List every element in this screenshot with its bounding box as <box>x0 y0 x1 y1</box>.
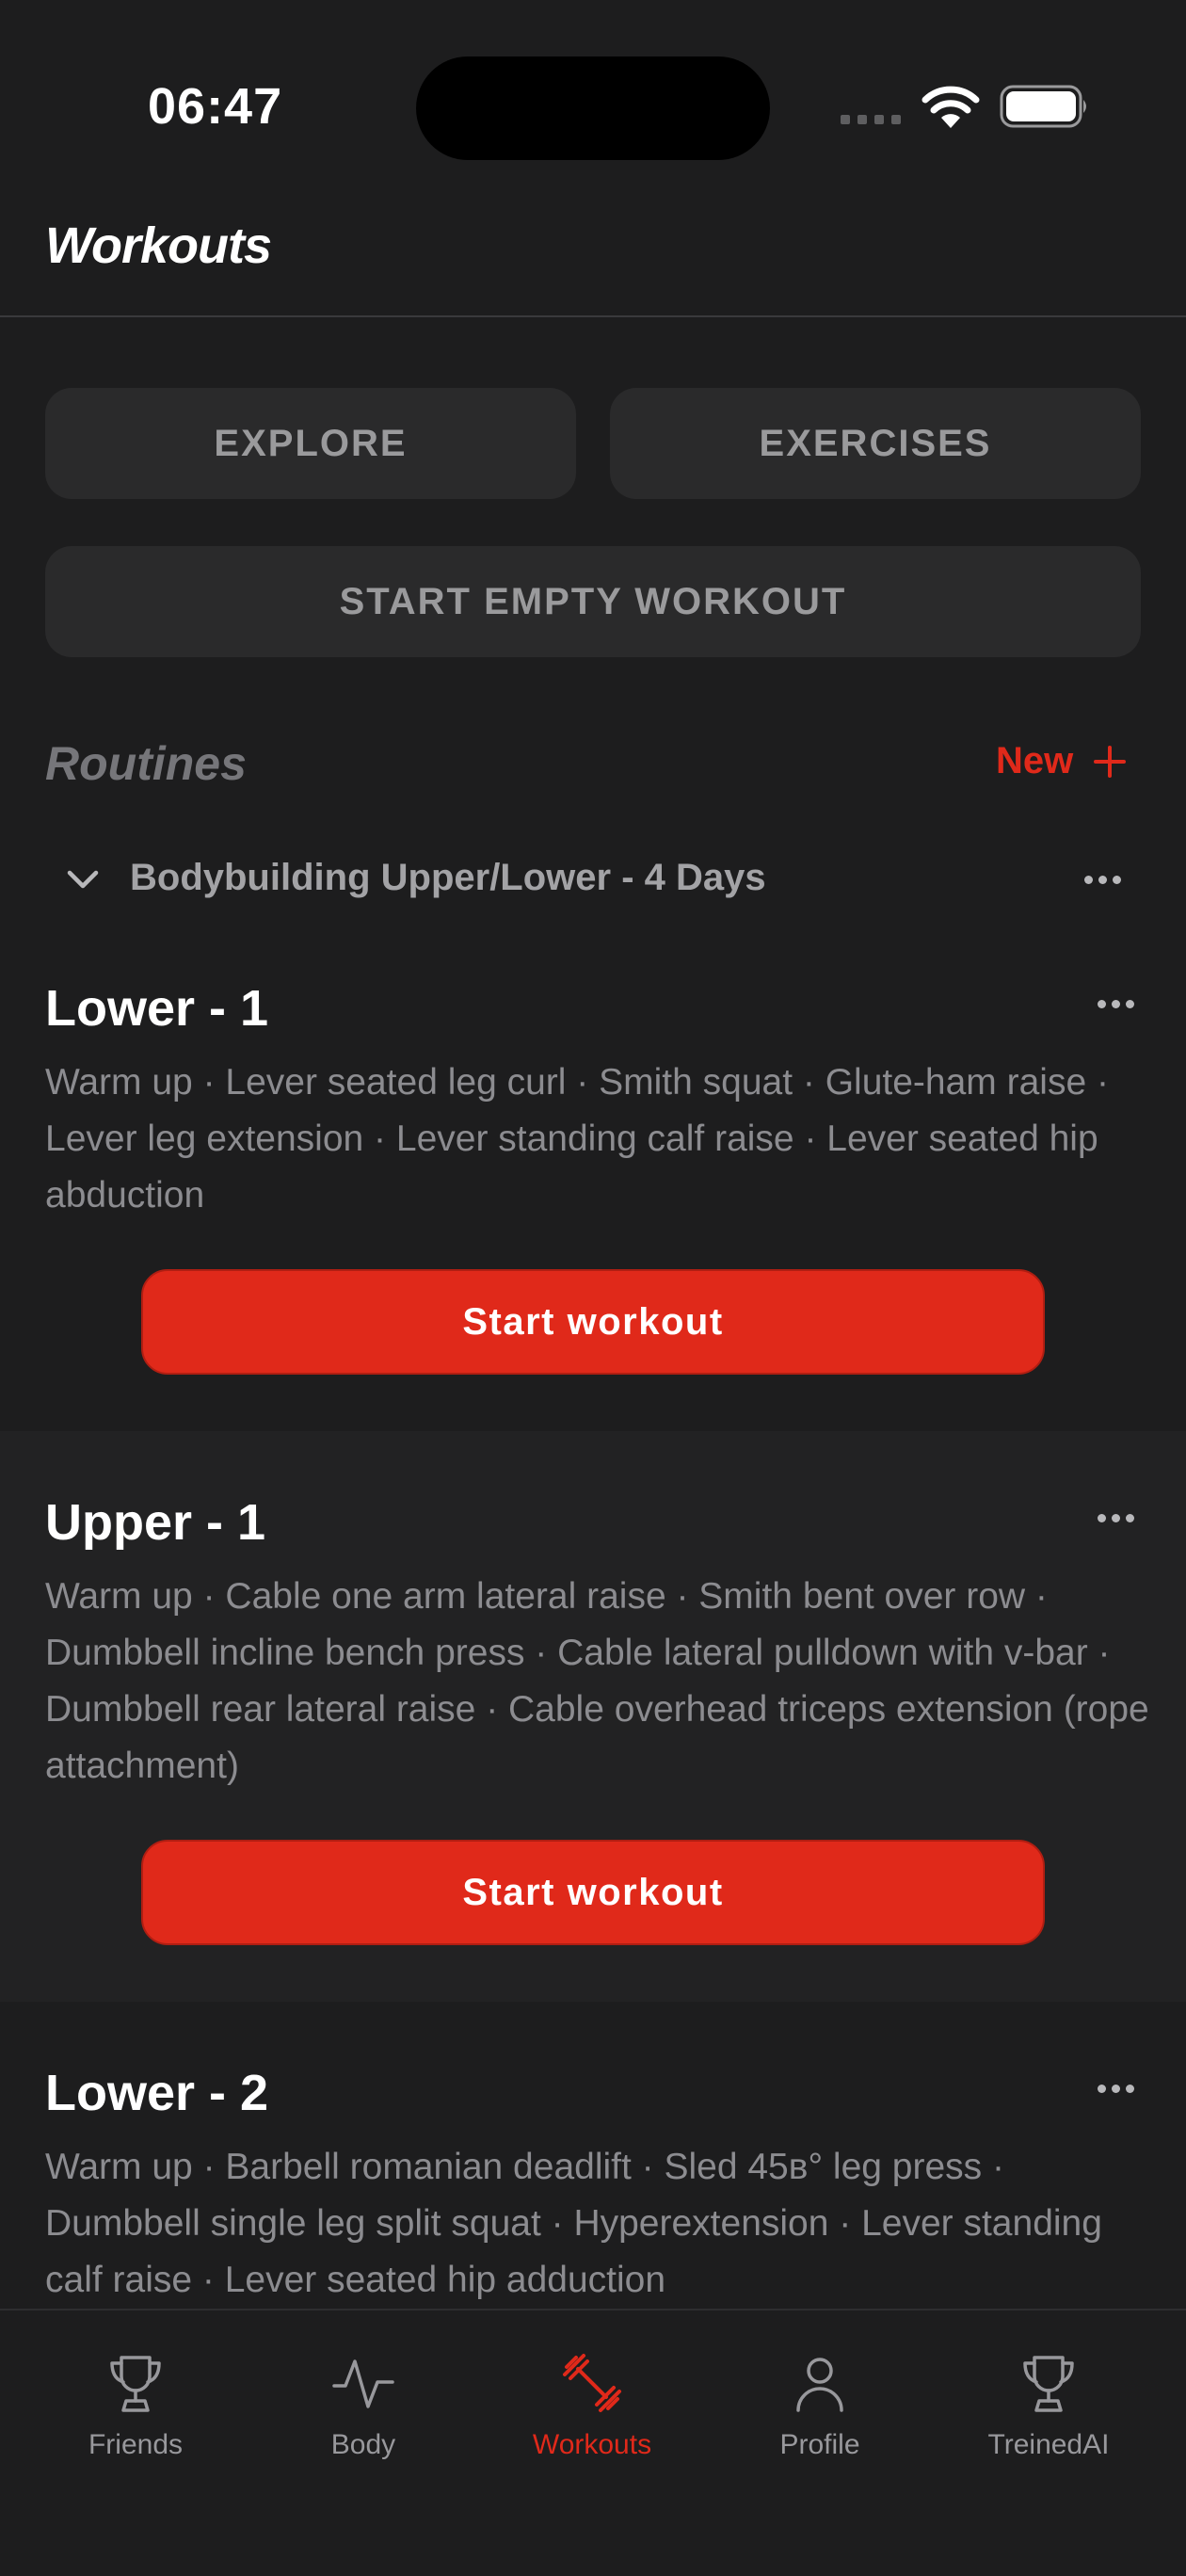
tab-label: Workouts <box>532 2429 652 2460</box>
routine-exercise-list: Warm up · Lever seated leg curl · Smith … <box>45 1062 1109 1216</box>
tab-label: Friends <box>88 2429 184 2460</box>
start-workout-button[interactable]: Start workout <box>141 1269 1045 1375</box>
folder-more-icon[interactable] <box>1084 876 1121 884</box>
tab-label: TreinedAI <box>987 2429 1110 2460</box>
tab-friends[interactable]: Friends <box>41 2348 230 2480</box>
status-time: 06:47 <box>148 78 283 135</box>
chevron-down-icon[interactable] <box>64 861 102 898</box>
new-routine-label: New <box>996 740 1074 781</box>
cellular-signal-icon <box>841 115 901 124</box>
dumbbell-icon <box>563 2354 621 2412</box>
person-icon <box>796 2358 843 2412</box>
routine-more-icon[interactable] <box>1098 1000 1134 1008</box>
trophy-icon <box>110 2356 161 2412</box>
page-title: Workouts <box>45 217 272 274</box>
tab-label: Body <box>330 2429 396 2460</box>
routine-card[interactable]: Upper - 1 Warm up · Cable one arm latera… <box>0 1431 1186 2002</box>
tab-treinedai[interactable]: TreinedAI <box>954 2348 1143 2480</box>
routines-heading: Routines <box>45 737 247 790</box>
start-empty-workout-button[interactable]: START EMPTY WORKOUT <box>45 546 1141 657</box>
folder-name: Bodybuilding Upper/Lower - 4 Days <box>130 857 766 898</box>
new-routine-button[interactable]: New <box>996 740 1127 782</box>
routine-more-icon[interactable] <box>1098 2085 1134 2093</box>
exercises-button[interactable]: EXERCISES <box>610 388 1141 499</box>
battery-icon <box>1000 85 1086 128</box>
routine-more-icon[interactable] <box>1098 1514 1134 1522</box>
bottom-tab-bar: Friends Body Workouts Profile TreinedAI <box>0 2309 1186 2576</box>
plus-icon <box>1094 745 1127 778</box>
tab-profile[interactable]: Profile <box>726 2348 914 2480</box>
routine-title: Upper - 1 <box>45 1494 266 1551</box>
routine-folder-header[interactable]: Bodybuilding Upper/Lower - 4 Days <box>45 847 1141 913</box>
tab-workouts[interactable]: Workouts <box>498 2348 686 2480</box>
routine-title: Lower - 2 <box>45 2065 269 2121</box>
dynamic-island <box>416 56 770 160</box>
routine-exercise-list: Warm up · Cable one arm lateral raise · … <box>45 1576 1149 1786</box>
status-bar: 06:47 <box>0 0 1186 188</box>
routine-title: Lower - 1 <box>45 980 269 1037</box>
tab-label: Profile <box>779 2429 860 2460</box>
pulse-icon <box>332 2359 394 2408</box>
wifi-icon <box>922 86 980 128</box>
routine-card[interactable]: Lower - 2 Warm up · Barbell romanian dea… <box>0 2002 1186 2309</box>
explore-button[interactable]: EXPLORE <box>45 388 576 499</box>
tab-body[interactable]: Body <box>269 2348 457 2480</box>
routine-exercise-list: Warm up · Barbell romanian deadlift · Sl… <box>45 2147 1102 2300</box>
routine-card[interactable]: Lower - 1 Warm up · Lever seated leg cur… <box>0 951 1186 1431</box>
top-bar: Workouts <box>0 188 1186 317</box>
start-workout-button[interactable]: Start workout <box>141 1840 1045 1945</box>
trophy-icon <box>1023 2356 1074 2412</box>
